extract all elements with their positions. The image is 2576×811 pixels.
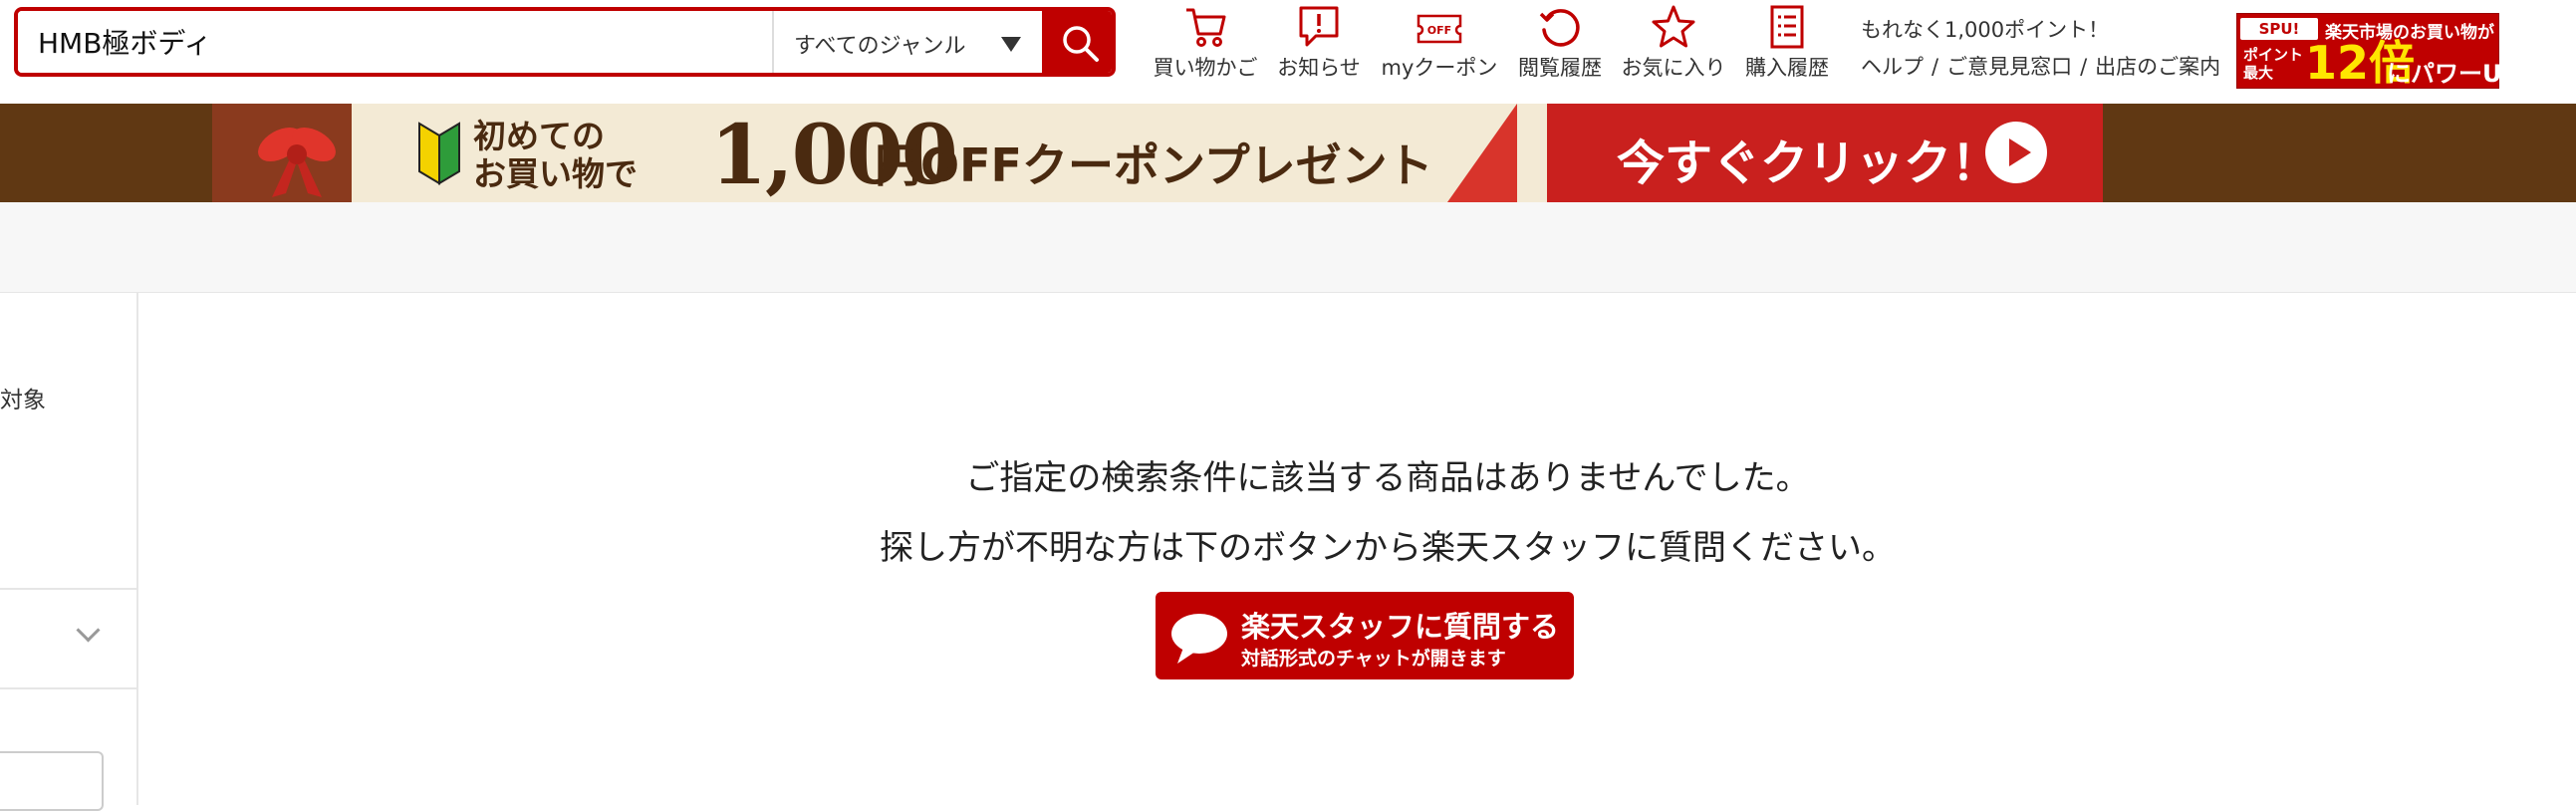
sidebar-filter-label[interactable]: 対象 — [0, 381, 46, 414]
nav-history[interactable]: 閲覧履歴 — [1512, 0, 1608, 90]
results-toolbar — [0, 202, 2576, 293]
promo-rest-text: 円OFFクーポンプレゼント — [875, 138, 1433, 192]
notice-icon — [1299, 6, 1339, 47]
promo-small-line1: 初めての — [473, 117, 605, 155]
promo-banner[interactable]: 初めての お買い物で 1,000 円OFFクーポンプレゼント 今すぐクリック！ — [212, 104, 2103, 202]
promo-cta-text: 今すぐクリック！ — [1617, 135, 2000, 191]
nav-coupon[interactable]: OFF myクーポン — [1375, 0, 1504, 90]
sidebar-filter-input[interactable] — [0, 751, 104, 811]
nav-cart-label: 買い物かご — [1153, 56, 1258, 80]
genre-label: すべてのジャンル — [794, 34, 966, 59]
divider — [0, 687, 136, 689]
feedback-link[interactable]: ご意見見窓口 — [1946, 55, 2072, 79]
history-icon — [1539, 9, 1580, 47]
receipt-icon — [1770, 5, 1804, 49]
genre-select[interactable]: すべてのジャンル — [772, 11, 1031, 73]
star-icon — [1652, 5, 1695, 48]
nav-coupon-label: myクーポン — [1381, 56, 1498, 80]
nav-purchase-history[interactable]: 購入履歴 — [1739, 0, 1835, 90]
store-guide-link[interactable]: 出店のご案内 — [2095, 55, 2220, 79]
gift-bow-icon — [258, 127, 336, 197]
play-icon — [1985, 122, 2047, 183]
header-links: ヘルプ / ご意見見窓口 / 出店のご案内 — [1861, 51, 2220, 81]
spu-banner[interactable]: SPU! 楽天市場のお買い物が ポイント 最大 12倍 にパワーUP! — [2236, 13, 2530, 89]
points-promo-text[interactable]: もれなく1,000ポイント！ — [1861, 14, 2109, 44]
divider — [0, 588, 136, 590]
promo-strip: 初めての お買い物で 1,000 円OFFクーポンプレゼント 今すぐクリック！ — [0, 104, 2576, 202]
chevron-down-icon[interactable] — [76, 618, 101, 643]
chat-bubble-icon — [1171, 614, 1227, 664]
search-button[interactable] — [1042, 11, 1112, 73]
search-input[interactable] — [18, 11, 770, 73]
nav-notices-label: お知らせ — [1277, 56, 1361, 80]
spu-point-text: ポイント 最大 — [2243, 46, 2304, 82]
beginner-mark-icon — [418, 122, 460, 185]
ribbon-stripe — [1447, 104, 1517, 202]
nav-history-label: 閲覧履歴 — [1518, 56, 1602, 80]
help-hint-message: 探し方が不明な方は下のボタンから楽天スタッフに質問ください。 — [880, 528, 1896, 568]
cart-icon — [1186, 8, 1226, 47]
svg-text:OFF: OFF — [1427, 24, 1451, 37]
nav-favorites[interactable]: お気に入り — [1616, 0, 1731, 90]
promo-small-line2: お買い物で — [473, 154, 638, 193]
ask-staff-sublabel: 対話形式のチャットが開きます — [1241, 648, 1506, 670]
spu-power-text: にパワーUP! — [2387, 60, 2531, 88]
ask-staff-label: 楽天スタッフに質問する — [1241, 610, 1560, 644]
link-separator: / — [2080, 55, 2088, 79]
promo-cta[interactable]: 今すぐクリック！ — [1547, 104, 2103, 202]
search-box: すべてのジャンル — [14, 7, 1116, 77]
dropdown-arrow-icon — [1001, 37, 1021, 52]
help-link[interactable]: ヘルプ — [1861, 55, 1924, 79]
promo-small-text: 初めての お買い物で — [473, 118, 638, 193]
no-results-message: ご指定の検索条件に該当する商品はありませんでした。 — [965, 458, 1810, 498]
link-separator: / — [1932, 55, 1939, 79]
coupon-icon: OFF — [1417, 14, 1462, 44]
nav-cart[interactable]: 買い物かご — [1146, 0, 1265, 90]
nav-notices[interactable]: お知らせ — [1271, 0, 1367, 90]
ask-staff-button[interactable]: 楽天スタッフに質問する 対話形式のチャットが開きます — [1156, 592, 1574, 679]
nav-purchase-history-label: 購入履歴 — [1745, 56, 1829, 80]
nav-favorites-label: お気に入り — [1621, 56, 1726, 80]
search-icon — [1063, 26, 1099, 62]
